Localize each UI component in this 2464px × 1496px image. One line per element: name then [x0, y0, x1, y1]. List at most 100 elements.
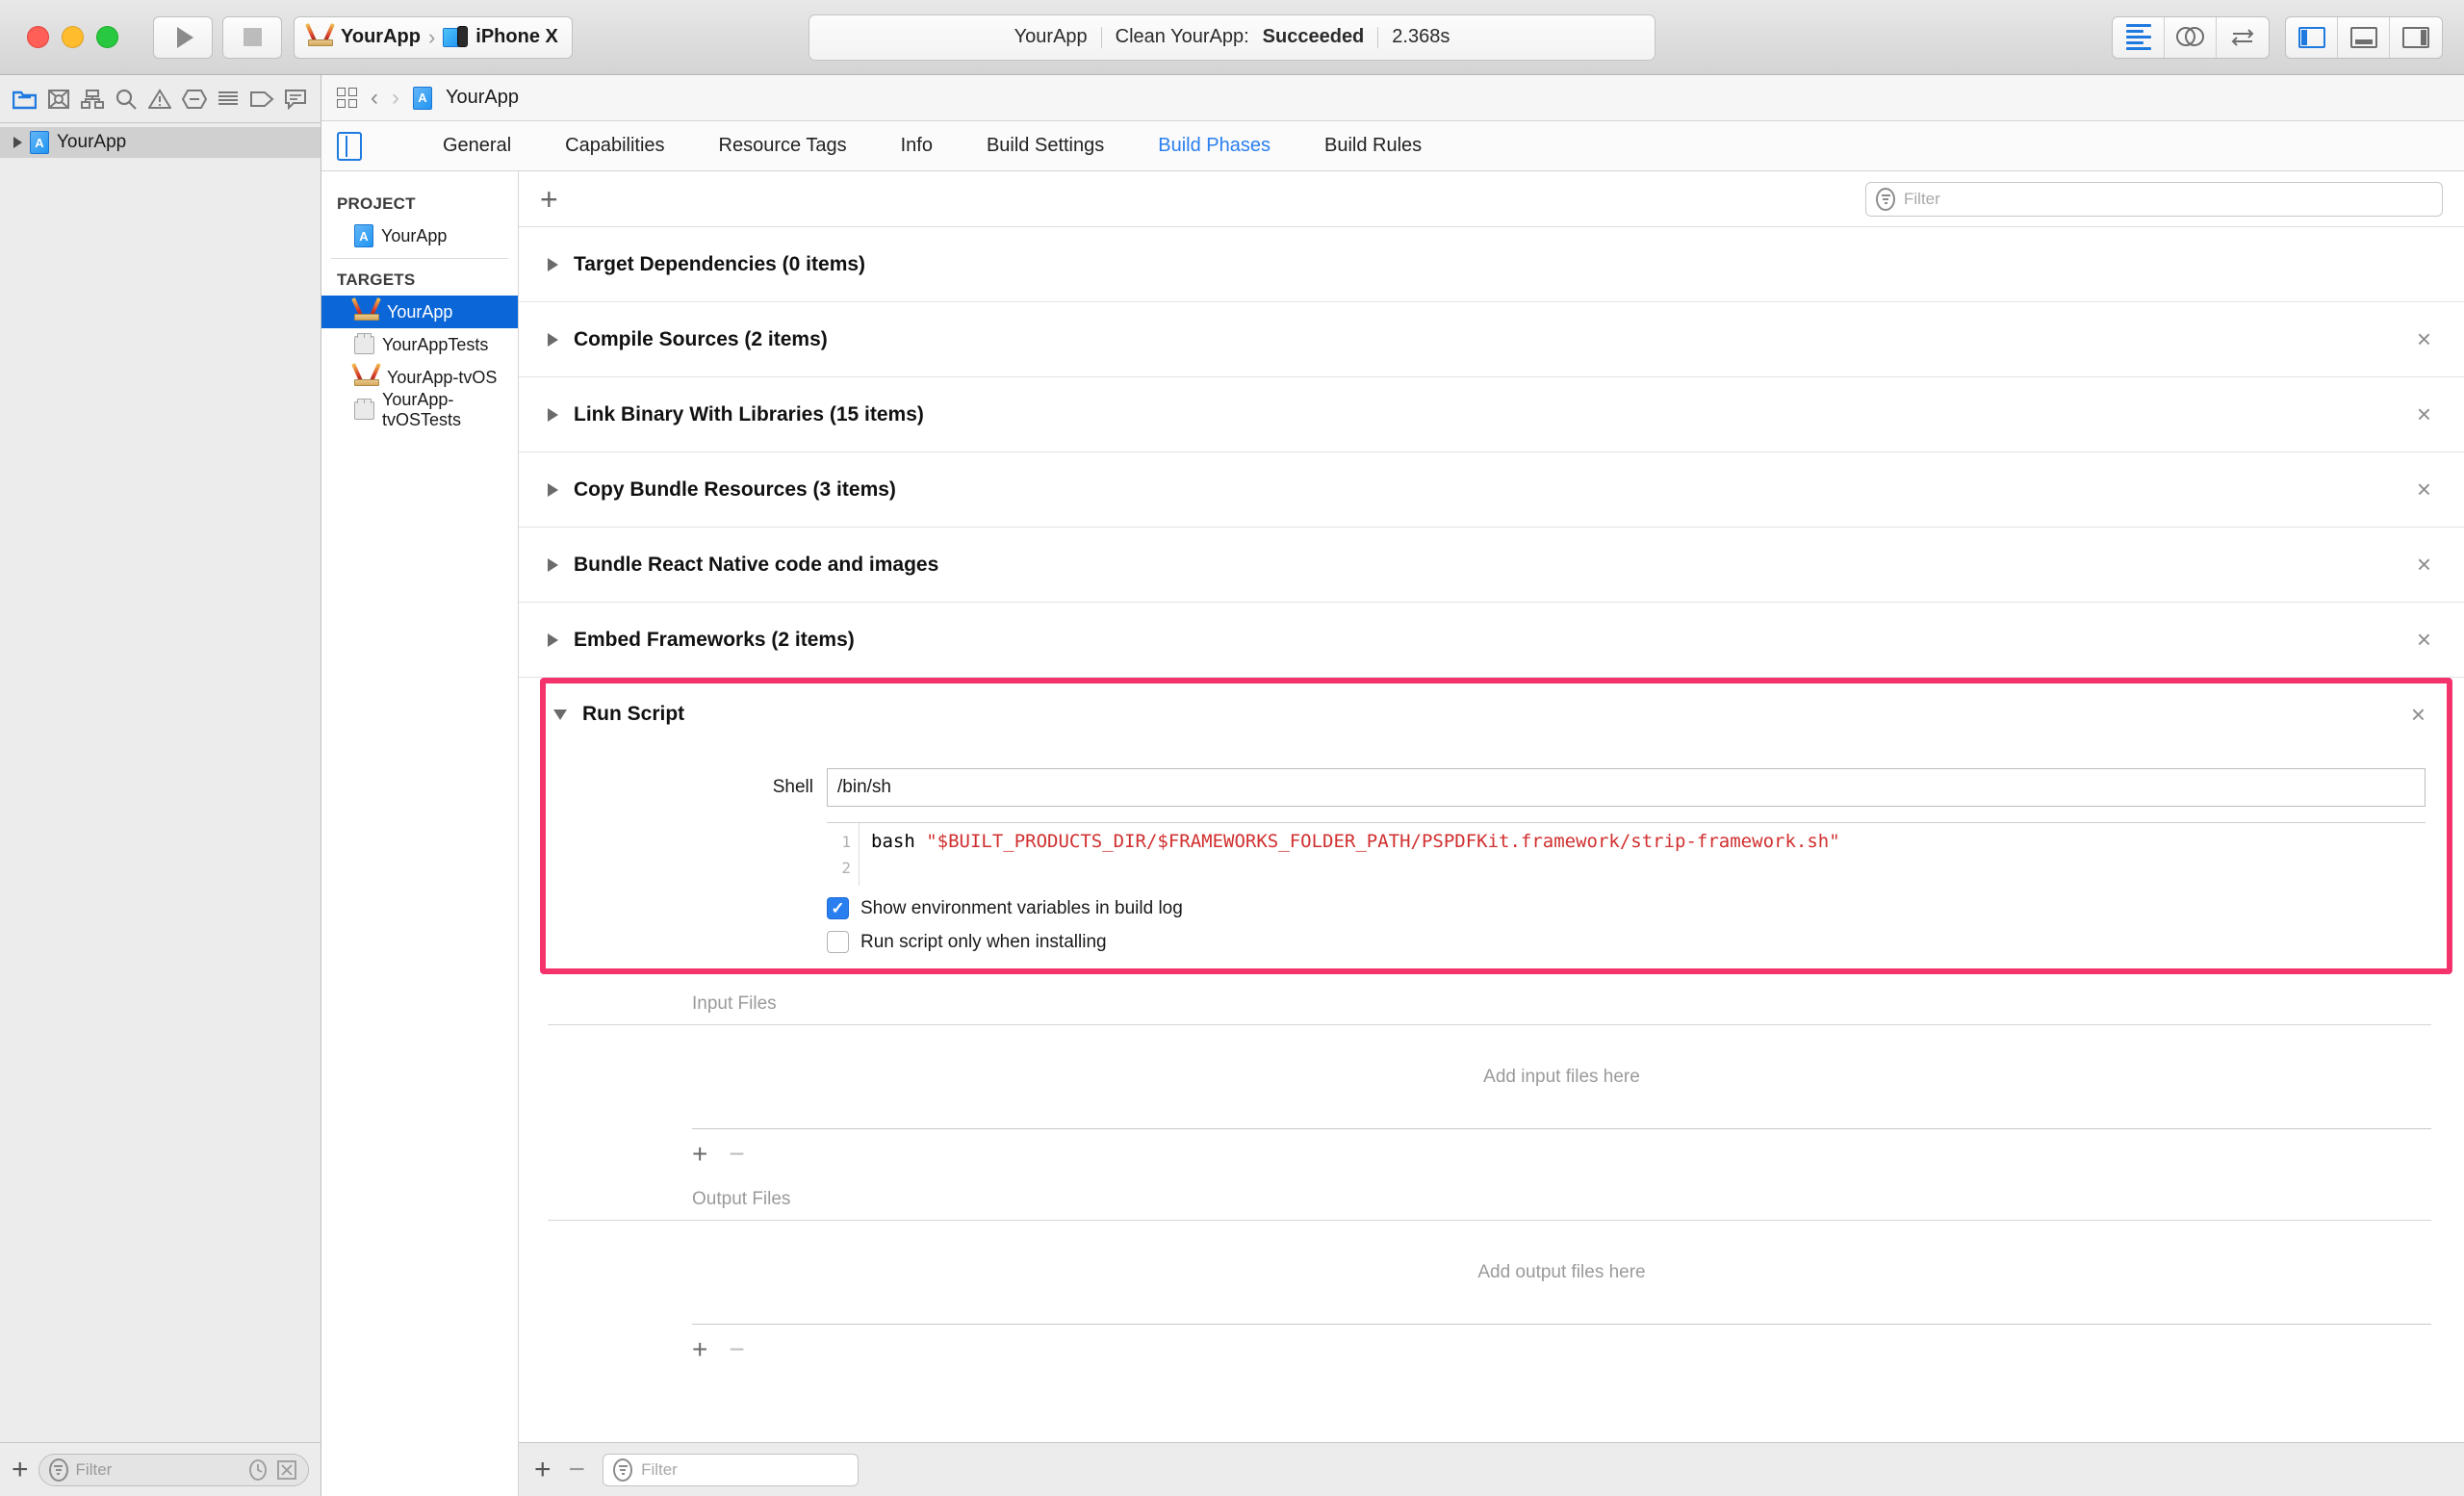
target-item-yourapp[interactable]: YourApp — [321, 296, 518, 328]
assistant-editor-button[interactable] — [2165, 17, 2217, 58]
tab-general[interactable]: General — [416, 135, 538, 157]
source-control-icon[interactable] — [45, 87, 72, 112]
jumpbar-title[interactable]: YourApp — [446, 87, 519, 109]
test-bundle-icon — [354, 336, 374, 354]
phase-bundle-react-native[interactable]: Bundle React Native code and images × — [519, 528, 2464, 603]
standard-editor-button[interactable] — [2113, 17, 2165, 58]
target-item-yourapp-tvos[interactable]: YourApp-tvOS — [321, 361, 518, 394]
editor-bottom-filter-field[interactable]: Filter — [603, 1454, 859, 1486]
run-script-header[interactable]: Run Script × — [546, 684, 2447, 745]
show-env-vars-row[interactable]: Show environment variables in build log — [827, 897, 2426, 919]
remove-output-file-button[interactable]: − — [729, 1334, 744, 1365]
output-files-controls: + − — [548, 1325, 2431, 1379]
tag-icon[interactable] — [248, 87, 275, 112]
scheme-selector[interactable]: YourApp › iPhone X — [294, 16, 573, 59]
back-button[interactable]: ‹ — [371, 85, 378, 112]
search-icon[interactable] — [113, 87, 140, 112]
related-items-icon[interactable] — [337, 88, 357, 108]
disclosure-triangle-icon[interactable] — [548, 408, 558, 422]
jumpbar-project-icon — [413, 87, 432, 110]
add-input-file-button[interactable]: + — [692, 1139, 707, 1170]
tab-info[interactable]: Info — [874, 135, 960, 157]
project-item-yourapp[interactable]: YourApp — [321, 219, 518, 252]
show-env-vars-checkbox[interactable] — [827, 897, 849, 919]
add-target-button[interactable]: + — [534, 1456, 552, 1484]
minimize-window-button[interactable] — [62, 26, 84, 48]
target-item-yourapptests[interactable]: YourAppTests — [321, 328, 518, 361]
report-icon[interactable] — [215, 87, 242, 112]
folder-icon[interactable] — [12, 87, 38, 112]
phase-embed-frameworks[interactable]: Embed Frameworks (2 items) × — [519, 603, 2464, 678]
disclosure-triangle-icon[interactable] — [548, 483, 558, 497]
breakpoint-icon[interactable] — [181, 87, 208, 112]
remove-phase-icon[interactable]: × — [2417, 550, 2431, 580]
remove-phase-icon[interactable]: × — [2417, 475, 2431, 504]
filter-icon — [613, 1458, 632, 1482]
code-command: bash — [871, 831, 926, 852]
disclosure-triangle-icon[interactable] — [548, 558, 558, 572]
disclosure-triangle-icon[interactable] — [548, 333, 558, 347]
stop-icon — [244, 28, 262, 46]
disclosure-triangle-icon[interactable] — [13, 137, 22, 148]
shell-input[interactable]: /bin/sh — [827, 768, 2426, 807]
title-bar: YourApp › iPhone X YourApp Clean YourApp… — [0, 0, 2464, 75]
output-files-dropzone[interactable]: Add output files here — [692, 1221, 2431, 1325]
run-when-installing-label: Run script only when installing — [860, 932, 1107, 953]
comment-icon[interactable] — [282, 87, 309, 112]
recent-filter-icon[interactable] — [246, 1458, 270, 1482]
zoom-window-button[interactable] — [96, 26, 118, 48]
close-window-button[interactable] — [27, 26, 49, 48]
phase-copy-bundle-resources[interactable]: Copy Bundle Resources (3 items) × — [519, 452, 2464, 528]
build-phases-filter-field[interactable]: Filter — [1865, 182, 2443, 217]
main-area: YourApp + Filter ‹ — [0, 75, 2464, 1496]
disclosure-triangle-icon[interactable] — [548, 633, 558, 647]
editor-body: PROJECT YourApp TARGETS YourApp YourAppT… — [321, 171, 2464, 1496]
remove-target-button[interactable]: − — [569, 1456, 586, 1484]
forward-button[interactable]: › — [392, 85, 399, 112]
tab-build-phases[interactable]: Build Phases — [1131, 135, 1297, 157]
disclosure-triangle-icon[interactable] — [548, 258, 558, 271]
test-bundle-icon — [354, 401, 374, 420]
remove-phase-icon[interactable]: × — [2417, 324, 2431, 354]
run-when-installing-row[interactable]: Run script only when installing — [827, 931, 2426, 953]
toggle-project-list-button[interactable] — [337, 132, 362, 161]
run-button[interactable] — [153, 16, 213, 59]
add-build-phase-button[interactable]: + — [540, 184, 558, 215]
clear-filter-icon[interactable] — [275, 1458, 298, 1482]
phase-link-binary[interactable]: Link Binary With Libraries (15 items) × — [519, 377, 2464, 452]
target-item-label: YourApp-tvOSTests — [382, 390, 518, 430]
navigator-root-item[interactable]: YourApp — [0, 127, 321, 158]
toggle-navigator-button[interactable] — [2286, 17, 2338, 58]
phase-target-dependencies[interactable]: Target Dependencies (0 items) — [519, 227, 2464, 302]
xcode-app-icon — [308, 26, 333, 49]
symbol-icon[interactable] — [79, 87, 106, 112]
remove-phase-icon[interactable]: × — [2411, 700, 2426, 730]
toggle-debug-area-button[interactable] — [2338, 17, 2390, 58]
tab-capabilities[interactable]: Capabilities — [538, 135, 691, 157]
editor-bottom-bar: + − Filter — [519, 1442, 2464, 1496]
input-files-dropzone[interactable]: Add input files here — [692, 1025, 2431, 1129]
tab-build-rules[interactable]: Build Rules — [1297, 135, 1449, 157]
target-item-yourapp-tvostests[interactable]: YourApp-tvOSTests — [321, 394, 518, 426]
remove-phase-icon[interactable]: × — [2417, 400, 2431, 429]
toggle-inspector-button[interactable] — [2390, 17, 2442, 58]
tabs-container: General Capabilities Resource Tags Info … — [416, 135, 1449, 157]
script-editor[interactable]: 1 2 bash "$BUILT_PRODUCTS_DIR/$FRAMEWORK… — [827, 822, 2426, 886]
output-files-header: Output Files — [548, 1183, 2431, 1221]
run-when-installing-checkbox[interactable] — [827, 931, 849, 953]
tab-resource-tags[interactable]: Resource Tags — [692, 135, 874, 157]
status-action: Clean YourApp: — [1102, 26, 1263, 48]
warning-icon[interactable] — [146, 87, 173, 112]
navigator-add-button[interactable]: + — [12, 1456, 29, 1484]
remove-input-file-button[interactable]: − — [729, 1139, 744, 1170]
version-editor-button[interactable] — [2217, 17, 2269, 58]
status-bar[interactable]: YourApp Clean YourApp: Succeeded 2.368s — [808, 14, 1656, 61]
phase-compile-sources[interactable]: Compile Sources (2 items) × — [519, 302, 2464, 377]
stop-button[interactable] — [222, 16, 282, 59]
script-code[interactable]: bash "$BUILT_PRODUCTS_DIR/$FRAMEWORKS_FO… — [860, 823, 2426, 886]
disclosure-triangle-icon[interactable] — [553, 709, 567, 720]
navigator-filter-field[interactable]: Filter — [38, 1454, 309, 1486]
remove-phase-icon[interactable]: × — [2417, 625, 2431, 655]
tab-build-settings[interactable]: Build Settings — [960, 135, 1131, 157]
add-output-file-button[interactable]: + — [692, 1334, 707, 1365]
